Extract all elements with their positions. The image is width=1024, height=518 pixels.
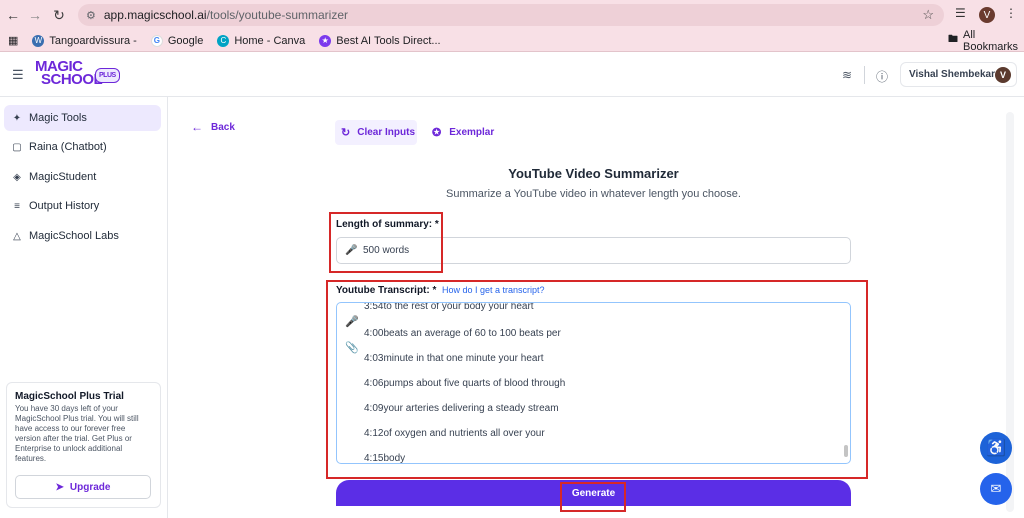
sidebar-item-magicstudent[interactable]: ◈ MagicStudent xyxy=(4,164,161,190)
browser-toolbar: ← → ↻ ⚙ app.magicschool.ai/tools/youtube… xyxy=(0,0,1024,30)
site-settings-icon[interactable]: ⚙ xyxy=(86,9,96,22)
sidebar-item-label: Magic Tools xyxy=(29,112,87,124)
clear-inputs-button[interactable]: ↻ Clear Inputs xyxy=(335,120,417,145)
upgrade-label: Upgrade xyxy=(69,481,111,493)
folder-icon: 🖿 xyxy=(948,34,958,45)
user-menu[interactable]: Vishal Shembekar V xyxy=(900,62,1017,87)
all-bookmarks-label: All Bookmarks xyxy=(963,28,1019,53)
clear-inputs-label: Clear Inputs xyxy=(357,127,416,138)
flask-icon: △ xyxy=(13,230,21,242)
trial-title: MagicSchool Plus Trial xyxy=(15,391,124,402)
bookmark-item[interactable]: ★ Best AI Tools Direct... xyxy=(319,34,441,47)
upgrade-button[interactable]: ➤ Upgrade xyxy=(15,475,151,499)
chat-icon: ▢ xyxy=(12,141,22,153)
bookmark-item[interactable]: C Home - Canva xyxy=(217,34,306,47)
user-avatar: V xyxy=(995,67,1011,83)
plus-badge: PLUS xyxy=(95,68,120,83)
sidebar-item-label: MagicSchool Labs xyxy=(29,230,119,242)
exemplar-button[interactable]: ✪ Exemplar xyxy=(432,120,494,145)
user-name: Vishal Shembekar xyxy=(909,69,995,80)
sidebar: ✦ Magic Tools ▢ Raina (Chatbot) ◈ MagicS… xyxy=(0,97,168,518)
reload-icon[interactable]: ↻ xyxy=(48,4,70,26)
exemplar-label: Exemplar xyxy=(449,127,495,138)
back-link[interactable]: ← Back xyxy=(191,120,235,134)
bookmark-label: Tangoardvissura - xyxy=(49,34,137,47)
header-divider xyxy=(864,66,865,84)
graduation-cap-icon: ◈ xyxy=(13,171,21,183)
arrow-left-icon: ← xyxy=(191,120,203,134)
google-icon: G xyxy=(150,34,163,47)
profile-avatar[interactable]: V xyxy=(979,7,995,23)
sidebar-item-label: Raina (Chatbot) xyxy=(29,141,107,153)
sidebar-item-output-history[interactable]: ≡ Output History xyxy=(4,193,161,219)
url-path: /tools/youtube-summarizer xyxy=(206,8,348,22)
logo-line-2: SCHOOL xyxy=(41,71,103,88)
bookmark-star-icon[interactable]: ☆ xyxy=(922,7,934,23)
sidebar-item-magic-tools[interactable]: ✦ Magic Tools xyxy=(4,105,161,131)
sidebar-item-label: Output History xyxy=(29,200,100,212)
canva-icon: C xyxy=(217,34,230,47)
bookmark-item[interactable]: W Tangoardvissura - xyxy=(32,34,137,47)
kebab-menu-icon[interactable]: ⋮ xyxy=(1005,6,1017,20)
refresh-icon: ↻ xyxy=(341,127,351,139)
bookmarks-bar: ▦ W Tangoardvissura - G Google C Home - … xyxy=(0,29,1024,53)
rocket-icon: ➤ xyxy=(55,481,64,493)
media-icon[interactable]: ☰ xyxy=(955,6,966,20)
translate-icon[interactable]: ≋ xyxy=(842,68,852,82)
magicschool-logo[interactable]: MAGIC SCHOOL PLUS xyxy=(35,59,120,88)
back-label: Back xyxy=(211,121,235,133)
sidebar-item-labs[interactable]: △ MagicSchool Labs xyxy=(4,223,161,249)
wand-icon: ✦ xyxy=(12,112,22,124)
bookmark-item[interactable]: G Google xyxy=(150,34,204,47)
page-subtitle: Summarize a YouTube video in whatever le… xyxy=(446,188,741,200)
sidebar-item-raina[interactable]: ▢ Raina (Chatbot) xyxy=(4,134,161,160)
bookmark-label: Best AI Tools Direct... xyxy=(336,34,441,47)
trial-card: MagicSchool Plus Trial You have 30 days … xyxy=(6,382,161,508)
all-bookmarks[interactable]: 🖿 All Bookmarks xyxy=(948,29,1018,53)
bookmark-label: Google xyxy=(167,34,204,47)
bookmark-label: Home - Canva xyxy=(234,34,306,47)
accessibility-icon[interactable]: ♿ xyxy=(980,432,1012,464)
apps-grid-icon[interactable]: ▦ xyxy=(8,34,18,47)
chat-support-icon[interactable]: ✉ xyxy=(980,473,1012,505)
history-icon: ≡ xyxy=(14,200,20,212)
award-icon: ✪ xyxy=(432,127,442,139)
ai-tools-icon: ★ xyxy=(319,34,332,47)
highlight-box-generate xyxy=(560,482,626,512)
trial-body: You have 30 days left of your MagicSchoo… xyxy=(15,404,139,463)
hamburger-menu-icon[interactable]: ☰ xyxy=(12,67,24,83)
sidebar-item-label: MagicStudent xyxy=(29,171,97,183)
back-arrow-icon[interactable]: ← xyxy=(2,4,24,26)
app-header: ☰ MAGIC SCHOOL PLUS ≋ ⓘ Vishal Shembekar… xyxy=(0,52,1024,97)
wordpress-icon: W xyxy=(32,34,45,47)
help-icon[interactable]: ⓘ xyxy=(876,68,888,85)
highlight-box-length xyxy=(329,212,443,273)
highlight-box-transcript xyxy=(326,280,868,479)
address-bar[interactable]: ⚙ app.magicschool.ai/tools/youtube-summa… xyxy=(78,4,944,26)
page-title: YouTube Video Summarizer xyxy=(508,166,679,181)
url-host: app.magicschool.ai xyxy=(103,8,207,22)
forward-arrow-icon[interactable]: → xyxy=(24,4,46,26)
